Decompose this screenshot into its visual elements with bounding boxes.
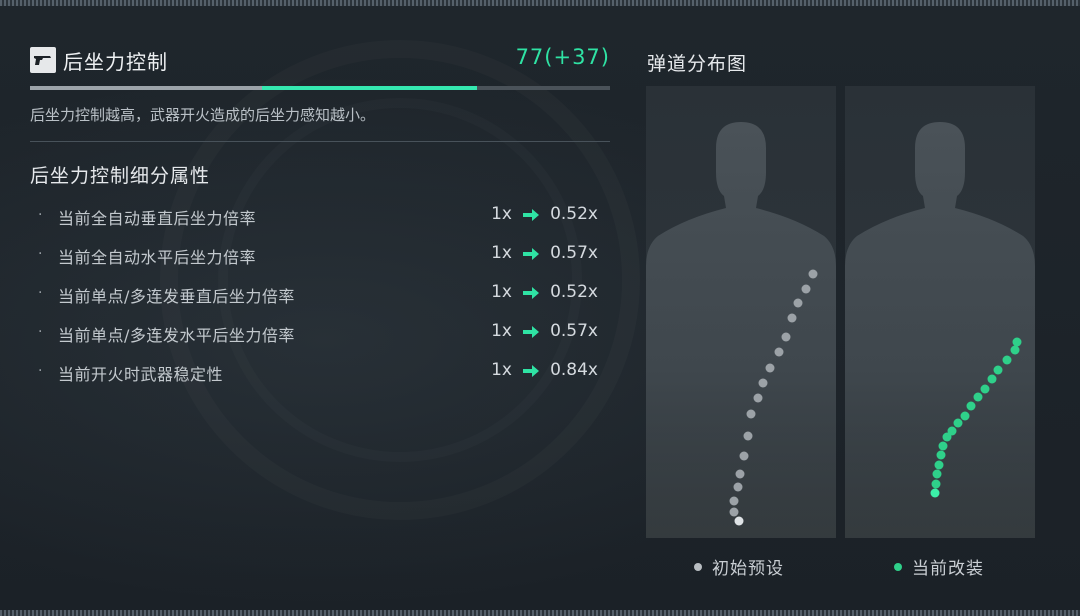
bullet-icon: · bbox=[38, 285, 43, 301]
attribute-to-value: 0.57x bbox=[550, 321, 598, 341]
bullet-impact-dot bbox=[746, 409, 756, 419]
legend-current-label: 当前改装 bbox=[912, 559, 984, 579]
attribute-label: 当前全自动水平后坐力倍率 bbox=[58, 248, 257, 267]
attribute-to-value: 0.52x bbox=[550, 282, 598, 302]
stat-value: 77(+37) bbox=[515, 45, 610, 69]
top-border bbox=[0, 0, 1080, 6]
stat-bar-bonus bbox=[262, 86, 477, 90]
bullet-impact-dot bbox=[739, 451, 749, 461]
bullet-impact-dot bbox=[1002, 355, 1012, 365]
attribute-label: 当前单点/多连发垂直后坐力倍率 bbox=[58, 287, 295, 306]
bullet-icon: · bbox=[38, 246, 43, 262]
arrow-right-icon bbox=[523, 326, 539, 338]
bullet-impact-dot bbox=[1012, 337, 1022, 347]
stat-description: 后坐力控制越高，武器开火造成的后坐力感知越小。 bbox=[30, 106, 376, 124]
bullet-impact-dot bbox=[774, 347, 784, 357]
legend-dot-current bbox=[894, 562, 902, 571]
attribute-label: 当前开火时武器稳定性 bbox=[58, 365, 224, 384]
bullet-icon: · bbox=[38, 324, 43, 340]
legend-dot-initial bbox=[694, 562, 702, 571]
bullet-icon: · bbox=[38, 207, 43, 223]
bullet-impact-dot bbox=[987, 374, 997, 384]
attribute-label: 当前全自动垂直后坐力倍率 bbox=[58, 209, 257, 228]
bullet-impact-dot bbox=[942, 432, 952, 442]
current-pattern bbox=[930, 337, 1022, 498]
attribute-from-value: 1x bbox=[491, 321, 512, 341]
attribute-from-value: 1x bbox=[491, 282, 512, 302]
bullet-impact-dot bbox=[966, 401, 976, 411]
legend-current: 当前改装 bbox=[894, 554, 984, 579]
arrow-right-icon bbox=[523, 287, 539, 299]
bullet-impact-dot bbox=[729, 507, 739, 517]
bullet-impact-dot bbox=[980, 384, 990, 394]
attribute-label: 当前单点/多连发水平后坐力倍率 bbox=[58, 326, 295, 345]
arrow-right-icon bbox=[523, 365, 539, 377]
attribute-row: · 当前全自动垂直后坐力倍率 1x 0.52x bbox=[30, 202, 610, 241]
divider bbox=[30, 141, 610, 142]
ballistics-panel-initial bbox=[646, 86, 836, 538]
attribute-list: · 当前全自动垂直后坐力倍率 1x 0.52x · 当前全自动水平后坐力倍率 1… bbox=[30, 202, 610, 397]
bullet-impact-dot bbox=[931, 479, 941, 489]
stat-title: 后坐力控制 bbox=[63, 50, 168, 74]
initial-pattern bbox=[729, 269, 818, 526]
attribute-to-value: 0.57x bbox=[550, 243, 598, 263]
bullet-impact-dot bbox=[734, 516, 744, 526]
bullet-icon: · bbox=[38, 363, 43, 379]
bullet-impact-dot bbox=[753, 393, 763, 403]
bullet-impact-dot bbox=[1010, 345, 1020, 355]
bullet-impact-dot bbox=[953, 418, 963, 428]
attribute-row: · 当前单点/多连发水平后坐力倍率 1x 0.57x bbox=[30, 319, 610, 358]
bullet-impact-dot bbox=[793, 298, 803, 308]
bullet-impact-dot bbox=[973, 392, 983, 402]
legend-initial: 初始预设 bbox=[694, 554, 784, 579]
bullet-impact-dot bbox=[993, 365, 1003, 375]
attribute-row: · 当前全自动水平后坐力倍率 1x 0.57x bbox=[30, 241, 610, 280]
bullet-impact-dot bbox=[938, 441, 948, 451]
bullet-impact-dot bbox=[743, 431, 753, 441]
bullet-impact-dot bbox=[801, 284, 811, 294]
bullet-impact-dot bbox=[787, 313, 797, 323]
ballistics-title: 弹道分布图 bbox=[647, 53, 748, 75]
ballistics-panel-current bbox=[845, 86, 1035, 538]
attribute-row: · 当前单点/多连发垂直后坐力倍率 1x 0.52x bbox=[30, 280, 610, 319]
bullet-impact-dot bbox=[936, 450, 946, 460]
bullet-impact-dot bbox=[932, 469, 942, 479]
arrow-right-icon bbox=[523, 248, 539, 260]
bullet-impact-dot bbox=[729, 496, 739, 506]
bullet-impact-dot bbox=[735, 469, 745, 479]
bullet-impact-dot bbox=[781, 332, 791, 342]
bullet-impact-dot bbox=[733, 482, 743, 492]
bullet-impact-dot bbox=[934, 460, 944, 470]
attribute-from-value: 1x bbox=[491, 360, 512, 380]
attribute-from-value: 1x bbox=[491, 243, 512, 263]
pistol-icon bbox=[30, 47, 56, 73]
bullet-impact-dot bbox=[765, 363, 775, 373]
attribute-row: · 当前开火时武器稳定性 1x 0.84x bbox=[30, 358, 610, 397]
stat-bar-base bbox=[30, 86, 262, 90]
section-title: 后坐力控制细分属性 bbox=[30, 165, 211, 187]
bullet-impact-dot bbox=[758, 378, 768, 388]
bullet-impact-dot bbox=[808, 269, 818, 279]
arrow-right-icon bbox=[523, 209, 539, 221]
bullet-impact-dot bbox=[930, 488, 940, 498]
bullet-impact-dot bbox=[960, 411, 970, 421]
stat-bar bbox=[30, 86, 610, 90]
bottom-border bbox=[0, 610, 1080, 616]
attribute-from-value: 1x bbox=[491, 204, 512, 224]
attribute-to-value: 0.52x bbox=[550, 204, 598, 224]
attribute-to-value: 0.84x bbox=[550, 360, 598, 380]
legend-initial-label: 初始预设 bbox=[712, 559, 784, 579]
